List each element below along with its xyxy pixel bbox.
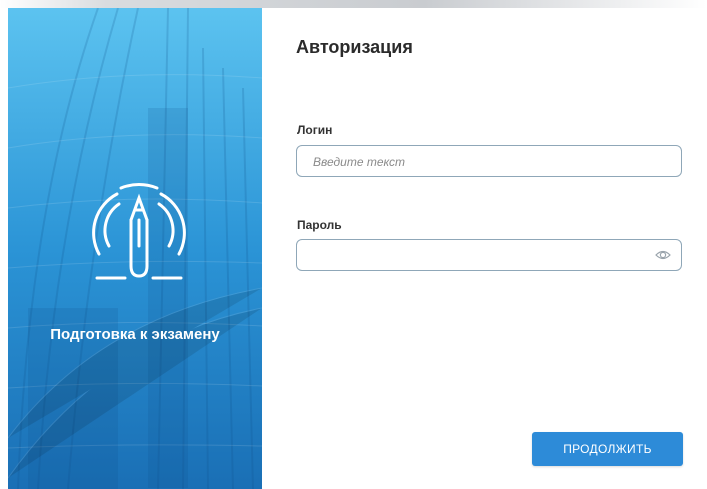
window-top-edge xyxy=(0,0,707,8)
login-field[interactable] xyxy=(296,145,682,177)
password-field[interactable] xyxy=(296,239,682,271)
hero-panel: Подготовка к экзамену xyxy=(8,8,262,489)
hero-title: Подготовка к экзамену xyxy=(50,326,220,343)
password-label: Пароль xyxy=(297,218,342,232)
login-window: Подготовка к экзамену Авторизация Логин … xyxy=(0,0,707,489)
login-label: Логин xyxy=(297,123,333,137)
password-input[interactable] xyxy=(311,241,635,271)
continue-button[interactable]: ПРОДОЛЖИТЬ xyxy=(532,432,683,466)
pencil-signal-icon xyxy=(92,183,186,280)
form-title: Авторизация xyxy=(296,37,413,57)
eye-icon[interactable] xyxy=(655,248,671,262)
login-input[interactable] xyxy=(311,147,635,177)
